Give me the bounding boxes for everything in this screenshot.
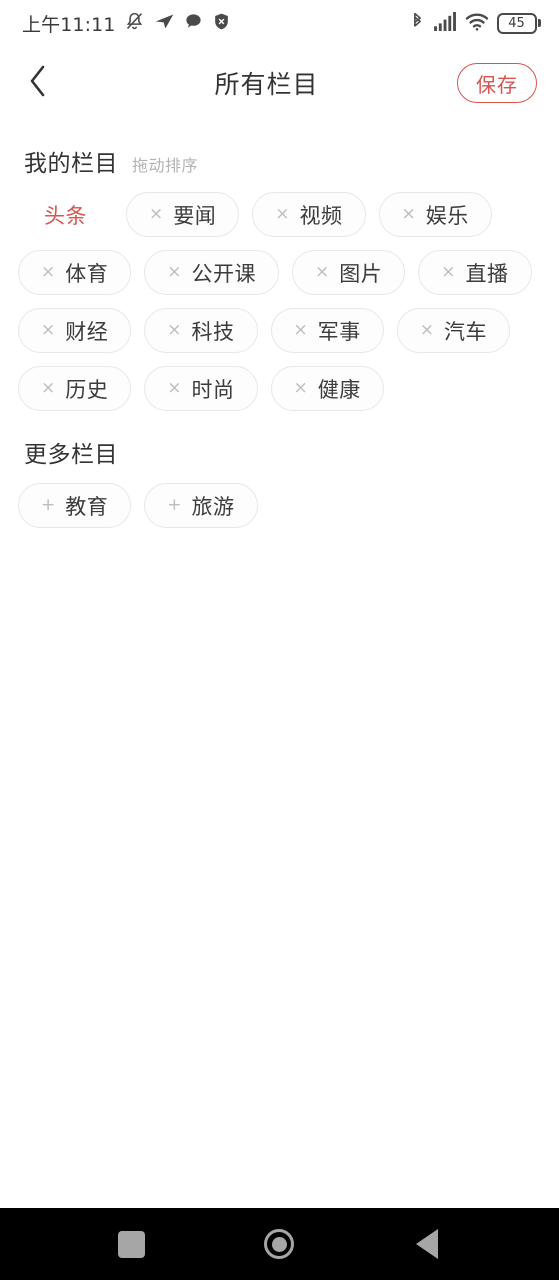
- tag-label: 汽车: [444, 319, 487, 344]
- tag-my_columns-8[interactable]: × 财经: [18, 308, 132, 353]
- circle-icon: [264, 1229, 295, 1259]
- close-icon[interactable]: ×: [149, 206, 163, 223]
- tag-label: 科技: [191, 319, 235, 344]
- triangle-left-icon: [416, 1229, 439, 1259]
- send-icon: [154, 11, 175, 36]
- close-icon[interactable]: ×: [315, 264, 329, 281]
- nav-recents-button[interactable]: [96, 1208, 168, 1280]
- more-columns-grid: + 教育 + 旅游: [18, 483, 541, 528]
- my-columns-grid: 头条 × 要闻 × 视频 × 娱乐 × 体育 × 公开课 × 图片 × 直播 × 财经 × 科技 × 军事 × 汽车 × 历史 ×…: [18, 192, 541, 411]
- close-icon[interactable]: ×: [41, 322, 55, 339]
- close-icon[interactable]: ×: [294, 322, 308, 339]
- bell-muted-icon: [124, 11, 145, 36]
- close-icon[interactable]: ×: [167, 380, 181, 397]
- plus-icon[interactable]: +: [167, 497, 181, 514]
- battery-body: 45: [496, 12, 537, 34]
- status-bar-left: 上午11:11: [22, 10, 231, 37]
- tag-my_columns-3[interactable]: × 娱乐: [378, 192, 492, 237]
- app-header: 所有栏目 保存: [0, 46, 559, 120]
- close-icon[interactable]: ×: [41, 380, 55, 397]
- wifi-icon: [465, 12, 489, 35]
- tag-label: 要闻: [173, 203, 217, 228]
- back-button[interactable]: [0, 46, 76, 120]
- my-columns-subtitle: 拖动排序: [132, 156, 199, 175]
- signal-bars-icon: [433, 11, 457, 35]
- tag-label: 图片: [339, 261, 383, 286]
- nav-back-button[interactable]: [391, 1208, 463, 1280]
- my-columns-title: 我的栏目: [24, 151, 118, 177]
- more-columns-title: 更多栏目: [24, 442, 118, 468]
- tag-my_columns-5[interactable]: × 公开课: [144, 250, 279, 295]
- tag-label: 直播: [465, 261, 509, 286]
- content-area: 我的栏目 拖动排序 头条 × 要闻 × 视频 × 娱乐 × 体育 × 公开课 × 图片 × 直播 × 财经 × 科技…: [0, 120, 559, 1208]
- close-icon[interactable]: ×: [420, 322, 434, 339]
- tag-label: 娱乐: [425, 203, 469, 228]
- plus-icon[interactable]: +: [41, 497, 55, 514]
- battery-cap: [538, 19, 541, 27]
- tag-label: 财经: [65, 319, 109, 344]
- bluetooth-icon: [409, 11, 426, 36]
- phone-screen: 上午11:11 45 所有栏目 保存 我的栏目 拖动排序 头条 × 要闻 × 视…: [0, 0, 559, 1280]
- tag-my_columns-2[interactable]: × 视频: [252, 192, 366, 237]
- close-icon[interactable]: ×: [167, 264, 181, 281]
- save-button[interactable]: 保存: [457, 63, 537, 103]
- more-columns-header: 更多栏目: [18, 411, 541, 483]
- tag-more_columns-0[interactable]: + 教育: [18, 483, 132, 528]
- tag-my_columns-0[interactable]: 头条: [18, 192, 113, 237]
- close-icon[interactable]: ×: [41, 264, 55, 281]
- chat-bubble-icon: [184, 12, 203, 35]
- tag-my_columns-1[interactable]: × 要闻: [126, 192, 240, 237]
- tag-my_columns-10[interactable]: × 军事: [270, 308, 384, 353]
- tag-my_columns-6[interactable]: × 图片: [292, 250, 406, 295]
- tag-label: 旅游: [191, 494, 235, 519]
- battery-level: 45: [508, 15, 525, 31]
- tag-my_columns-14[interactable]: × 健康: [270, 366, 384, 411]
- status-clock: 上午11:11: [22, 13, 116, 36]
- tag-label: 教育: [65, 494, 109, 519]
- battery-icon: 45: [496, 12, 541, 34]
- tag-label: 时尚: [191, 377, 235, 402]
- chevron-left-icon: [25, 63, 51, 103]
- tag-my_columns-9[interactable]: × 科技: [144, 308, 258, 353]
- tag-my_columns-13[interactable]: × 时尚: [144, 366, 258, 411]
- circle-inner-dot: [271, 1236, 287, 1252]
- shield-icon: [212, 12, 231, 35]
- status-bar: 上午11:11 45: [0, 0, 559, 46]
- close-icon[interactable]: ×: [167, 322, 181, 339]
- tag-my_columns-12[interactable]: × 历史: [18, 366, 132, 411]
- tag-my_columns-11[interactable]: × 汽车: [396, 308, 510, 353]
- android-nav-bar: [0, 1208, 559, 1280]
- tag-label: 头条: [44, 203, 87, 228]
- tag-my_columns-7[interactable]: × 直播: [418, 250, 532, 295]
- close-icon[interactable]: ×: [275, 206, 289, 223]
- tag-label: 体育: [65, 261, 109, 286]
- close-icon[interactable]: ×: [441, 264, 455, 281]
- tag-more_columns-1[interactable]: + 旅游: [144, 483, 258, 528]
- nav-home-button[interactable]: [243, 1208, 315, 1280]
- status-bar-right: 45: [409, 11, 541, 36]
- close-icon[interactable]: ×: [294, 380, 308, 397]
- tag-label: 健康: [317, 377, 361, 402]
- tag-my_columns-4[interactable]: × 体育: [18, 250, 132, 295]
- tag-label: 公开课: [191, 261, 256, 286]
- close-icon[interactable]: ×: [402, 206, 416, 223]
- tag-label: 历史: [65, 377, 109, 402]
- page-title: 所有栏目: [214, 70, 319, 99]
- square-icon: [118, 1230, 146, 1258]
- tag-label: 视频: [299, 203, 343, 228]
- tag-label: 军事: [317, 319, 361, 344]
- my-columns-header: 我的栏目 拖动排序: [18, 120, 541, 192]
